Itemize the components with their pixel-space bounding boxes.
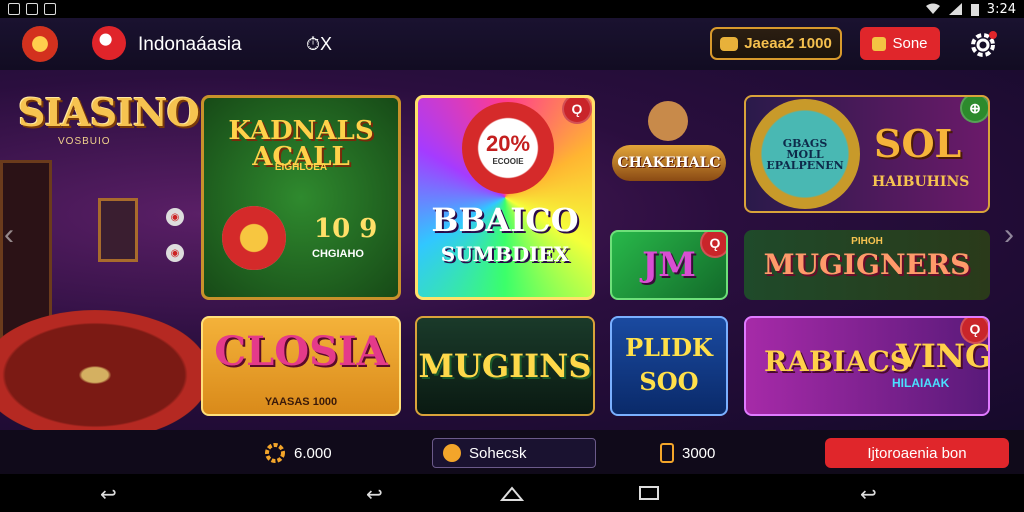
battery-icon [970, 3, 979, 16]
tile-number: 10 9 [314, 214, 378, 244]
game-lobby: SIASINO VOSBUIO ‹ › ◉ ◉ KADNALS ACALL EI… [0, 70, 1024, 430]
wallet-icon [660, 443, 674, 463]
signal-icon [948, 3, 962, 15]
tile-title: SOL [874, 121, 962, 166]
status-time: 3:24 [986, 1, 1016, 17]
balance-value: 3000 [682, 444, 716, 462]
tile-title: BBAICO [431, 201, 579, 239]
game-tile-jm[interactable]: JM Ǫ [610, 230, 728, 300]
notification-icon [8, 3, 20, 15]
tile-title: MUGIGNERS [763, 248, 971, 281]
search-icon [443, 444, 461, 462]
promo-button-label: Ijtoroaenia bon [867, 444, 967, 462]
image-icon [44, 3, 56, 15]
app-title: Indonaáasia [138, 34, 242, 55]
tile-title: PLIDK [625, 333, 713, 362]
tile-extra: HILAIAAK [892, 376, 950, 390]
sone-button[interactable]: Sone [860, 27, 940, 60]
game-tile-mugners[interactable]: PIHOH MUGIGNERS [744, 230, 990, 300]
tile-subtitle: HAIBUHINS [872, 174, 970, 190]
gear-coin-icon [265, 443, 285, 463]
game-tile-closia[interactable]: CLOSIA YAASAS 1000 [201, 316, 401, 416]
chip-sub: ECOOIE [492, 156, 524, 166]
top-header: Indonaáasia ⏱X Jaeaa2 1000 Sone [0, 18, 1024, 70]
tile-number-sub: CHGIAHO [312, 248, 364, 260]
recents-icon[interactable] [638, 485, 660, 501]
tile-subtitle: PIHOH [851, 236, 883, 247]
status-icons-left [8, 3, 56, 15]
status-icons-right: 3:24 [925, 2, 1016, 17]
casino-chip-logo[interactable] [22, 26, 58, 62]
new-badge: ⊕ [960, 97, 988, 123]
casino-brand: SIASINO [18, 90, 200, 135]
tile-subtitle: SOO [639, 367, 699, 396]
game-tile-kadnals[interactable]: KADNALS ACALL EIGHLOEA 10 9 CHGIAHO [201, 95, 401, 300]
tile-title: JM [642, 245, 696, 285]
carousel-dot[interactable]: ◉ [166, 208, 184, 226]
coins-value: 6.000 [294, 444, 332, 462]
coin-balance-button[interactable]: Jaeaa2 1000 [710, 27, 842, 60]
tile-subtitle: EIGHLOEA [274, 162, 328, 173]
hot-badge: Ǫ [700, 232, 726, 258]
sone-button-label: Sone [892, 35, 928, 52]
android-nav-bar: ↩ ↩ ↩ [0, 474, 1024, 512]
wheel-icon: GBAGS MOLL EPALPENEN [750, 99, 860, 209]
coin-balance-label: Jaeaa2 1000 [744, 35, 832, 52]
balance-display[interactable]: 3000 [660, 438, 715, 468]
wifi-icon [925, 3, 940, 14]
chip-percent: 20% [485, 130, 531, 156]
game-tile-baico[interactable]: 20% ECOOIE Ǫ BBAICO SUMBDIEX [415, 95, 595, 300]
tile-title: RABIACS [764, 345, 910, 378]
promo-button[interactable]: Ijtoroaenia bon [825, 438, 1009, 468]
status-bar: 3:24 [0, 0, 1024, 18]
prev-arrow-icon[interactable]: ‹ [4, 218, 14, 252]
game-tile-sol[interactable]: GBAGS MOLL EPALPENEN ⊕ SOL HAIBUHINS [744, 95, 990, 213]
back-icon[interactable]: ↩ [100, 482, 117, 507]
game-tile-plidk[interactable]: PLIDK SOO [610, 316, 728, 416]
discount-chip: 20% ECOOIE [462, 102, 554, 194]
game-tile-chakehalc[interactable]: CHAKEHALC [610, 95, 728, 213]
carousel-dot[interactable]: ◉ [166, 244, 184, 262]
ticket-icon [872, 36, 887, 51]
app-logo[interactable] [92, 26, 126, 60]
game-tile-mugins[interactable]: MUGIINS [415, 316, 595, 416]
tile-title: CLOSIA [214, 328, 388, 375]
home-icon[interactable] [500, 484, 524, 502]
settings-gear-icon[interactable] [967, 29, 999, 61]
casino-brand-sub: VOSBUIO [58, 136, 111, 147]
chip-icon [222, 206, 286, 270]
coins-display[interactable]: 6.000 [264, 438, 332, 468]
character-icon [648, 101, 688, 141]
coin-icon [720, 36, 739, 51]
tile-subtitle: YAASAS 1000 [264, 396, 338, 408]
search-field[interactable]: Sohecsk [432, 438, 596, 468]
game-tile-rabiacs[interactable]: RABIACS VING HILAIAAK Ǫ [744, 316, 990, 416]
tile-title: MUGIINS [418, 347, 592, 385]
tile-title: CHAKEHALC [617, 155, 721, 171]
wheel-label: GBAGS MOLL EPALPENEN [766, 136, 844, 172]
tile-subtitle: SUMBDIEX [440, 242, 570, 266]
search-text: Sohecsk [469, 444, 527, 462]
roulette-table-decoration [0, 310, 210, 430]
back-icon-3[interactable]: ↩ [860, 482, 877, 507]
gallery-icon [26, 3, 38, 15]
bottom-bar: 6.000 Sohecsk 3000 Ijtoroaenia bon [0, 430, 1024, 474]
tile-subtitle: VING [896, 337, 990, 375]
wall-frame-decoration [98, 198, 138, 262]
back-icon-2[interactable]: ↩ [366, 482, 383, 507]
next-arrow-icon[interactable]: › [1004, 218, 1014, 252]
timer-label[interactable]: ⏱X [306, 34, 332, 55]
hot-badge: Ǫ [562, 98, 592, 124]
